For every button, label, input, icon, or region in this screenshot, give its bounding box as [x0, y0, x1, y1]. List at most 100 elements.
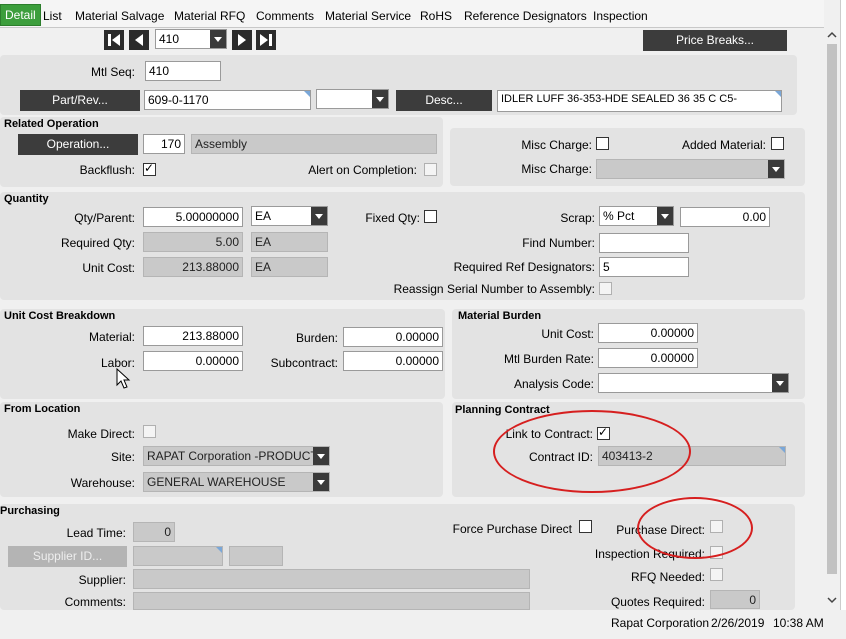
next-record-button[interactable] — [232, 30, 252, 50]
chevron-down-icon[interactable] — [772, 374, 788, 392]
warehouse-label: Warehouse: — [70, 476, 135, 490]
make-direct-label: Make Direct: — [67, 427, 135, 441]
operation-number-input[interactable]: 170 — [143, 134, 185, 154]
subcontract-input[interactable]: 0.00000 — [343, 351, 443, 371]
make-direct-checkbox[interactable] — [143, 425, 156, 438]
chevron-down-icon[interactable] — [311, 207, 327, 225]
fixed-qty-label: Fixed Qty: — [365, 211, 420, 225]
corner-marker-icon — [216, 547, 222, 553]
record-selector[interactable]: 410 — [155, 29, 227, 49]
vertical-scrollbar[interactable] — [824, 28, 840, 610]
quotes-required-label: Quotes Required: — [610, 595, 705, 609]
material-burden-title: Material Burden — [458, 310, 542, 322]
warehouse-select[interactable]: GENERAL WAREHOUSE — [143, 472, 330, 492]
force-purchase-direct-checkbox[interactable] — [579, 520, 592, 533]
mouse-cursor-icon — [116, 368, 131, 389]
chevron-down-icon[interactable] — [768, 160, 784, 178]
scroll-down-icon[interactable] — [827, 596, 837, 604]
mtl-burden-rate-label: Mtl Burden Rate: — [503, 352, 594, 366]
corner-marker-icon — [779, 447, 785, 453]
scrap-label: Scrap: — [560, 211, 595, 225]
part-input[interactable]: 609-0-1170 — [144, 90, 311, 110]
qty-parent-input[interactable]: 5.00000000 — [143, 207, 243, 227]
prev-record-button[interactable] — [129, 30, 149, 50]
chevron-down-icon[interactable] — [657, 207, 673, 225]
annotation-ellipse-contract — [493, 410, 691, 493]
unit-cost-breakdown-title: Unit Cost Breakdown — [4, 310, 116, 322]
corner-marker-icon — [775, 91, 781, 97]
supplier-id-button[interactable]: Supplier ID... — [8, 546, 127, 567]
material-label: Material: — [88, 330, 135, 344]
alert-on-completion-checkbox[interactable] — [424, 163, 437, 176]
corner-marker-icon — [304, 91, 310, 97]
operation-button[interactable]: Operation... — [18, 134, 138, 155]
scroll-up-icon[interactable] — [827, 31, 837, 39]
chevron-down-icon[interactable] — [313, 447, 329, 465]
required-qty-label: Required Qty: — [60, 236, 135, 250]
added-material-checkbox[interactable] — [771, 137, 784, 150]
purchasing-title: Purchasing — [0, 505, 60, 517]
backflush-checkbox[interactable]: ✓ — [143, 161, 156, 176]
tab-material-salvage[interactable]: Material Salvage — [75, 9, 164, 23]
tab-reference-designators[interactable]: Reference Designators — [464, 9, 587, 23]
supplier-label: Supplier: — [78, 573, 126, 587]
warehouse-value: GENERAL WAREHOUSE — [147, 475, 286, 489]
scrap-type-select[interactable]: % Pct — [599, 206, 674, 226]
analysis-code-select[interactable] — [598, 373, 789, 393]
rfq-needed-checkbox[interactable] — [710, 568, 723, 581]
tab-inspection[interactable]: Inspection — [593, 9, 648, 23]
operation-description: Assembly — [191, 134, 437, 154]
adjacent-window-edge — [840, 0, 846, 610]
rfq-needed-label: RFQ Needed: — [630, 570, 705, 584]
checkmark-icon: ✓ — [144, 161, 155, 175]
chevron-down-icon[interactable] — [210, 30, 226, 48]
required-ref-designators-input[interactable]: 5 — [599, 257, 689, 277]
analysis-code-label: Analysis Code: — [513, 377, 594, 391]
scrollbar-thumb[interactable] — [827, 44, 837, 574]
annotation-ellipse-purchase-direct — [637, 497, 753, 559]
backflush-label: Backflush: — [79, 163, 135, 177]
description-input[interactable]: IDLER LUFF 36-353-HDE SEALED 36 35 C C5- — [497, 90, 782, 112]
reassign-serial-label: Reassign Serial Number to Assembly: — [393, 282, 595, 296]
quantity-title: Quantity — [4, 193, 49, 205]
comments-value — [133, 592, 530, 610]
tab-material-service[interactable]: Material Service — [325, 9, 411, 23]
mtl-burden-rate-input[interactable]: 0.00000 — [598, 348, 698, 368]
mb-unit-cost-input[interactable]: 0.00000 — [598, 323, 698, 343]
scrap-input[interactable]: 0.00 — [680, 207, 770, 227]
chevron-down-icon[interactable] — [372, 90, 388, 108]
required-ref-designators-label: Required Ref Designators: — [453, 260, 595, 274]
labor-input[interactable]: 0.00000 — [143, 351, 243, 371]
status-company: Rapat Corporation — [611, 616, 710, 630]
reassign-serial-checkbox[interactable] — [599, 282, 612, 295]
tab-list[interactable]: List — [43, 9, 62, 23]
force-purchase-direct-label: Force Purchase Direct — [452, 522, 572, 536]
misc-charge-checkbox[interactable] — [596, 137, 609, 150]
desc-button[interactable]: Desc... — [396, 90, 492, 111]
mtl-seq-input[interactable]: 410 — [145, 61, 221, 81]
alert-on-completion-label: Alert on Completion: — [308, 163, 417, 177]
first-record-button[interactable] — [104, 30, 124, 50]
find-number-input[interactable] — [599, 233, 689, 253]
added-material-label: Added Material: — [681, 138, 766, 152]
revision-select[interactable] — [316, 89, 389, 109]
supplier-extra-value — [229, 546, 283, 566]
status-time: 10:38 AM — [773, 616, 824, 630]
mb-unit-cost-label: Unit Cost: — [541, 327, 594, 341]
part-rev-button[interactable]: Part/Rev... — [20, 90, 140, 111]
tab-comments[interactable]: Comments — [256, 9, 314, 23]
site-select[interactable]: RAPAT Corporation -PRODUCT — [143, 446, 330, 466]
price-breaks-button[interactable]: Price Breaks... — [643, 30, 787, 51]
misc-charge-select[interactable] — [596, 159, 785, 179]
chevron-down-icon[interactable] — [313, 473, 329, 491]
scrap-type-value: % Pct — [603, 209, 635, 223]
tab-rohs[interactable]: RoHS — [420, 9, 452, 23]
last-record-button[interactable] — [256, 30, 276, 50]
burden-input[interactable]: 0.00000 — [343, 327, 443, 347]
tab-material-rfq[interactable]: Material RFQ — [174, 9, 245, 23]
qty-uom-select[interactable]: EA — [251, 206, 328, 226]
tab-detail[interactable]: Detail — [0, 4, 41, 26]
material-input[interactable]: 213.88000 — [143, 326, 243, 346]
unit-cost-uom-value: EA — [251, 257, 328, 277]
fixed-qty-checkbox[interactable] — [424, 210, 437, 223]
